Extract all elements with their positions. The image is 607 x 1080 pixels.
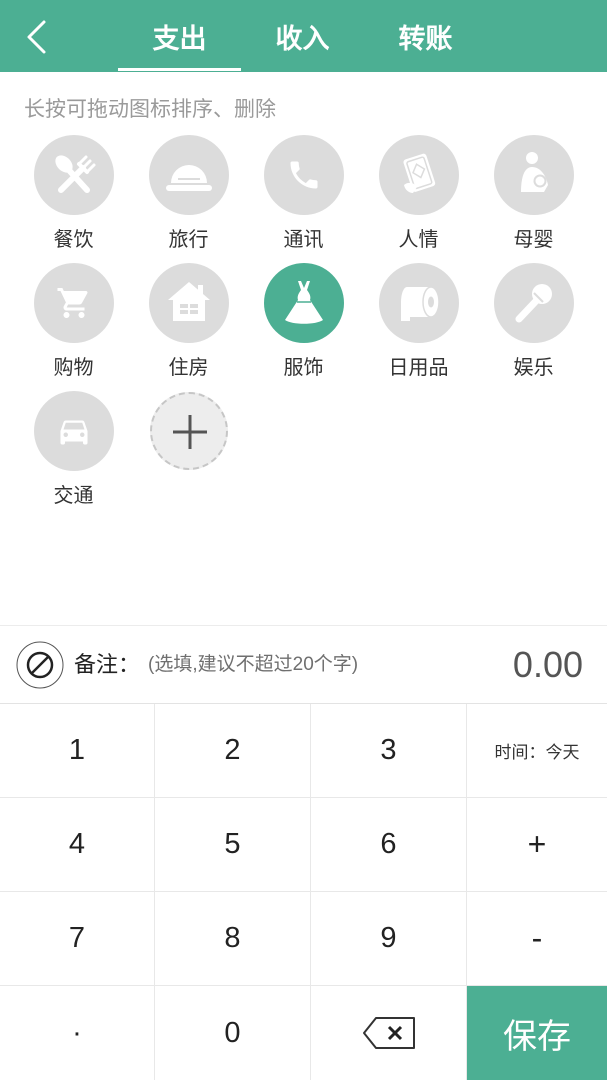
ban-icon: [16, 641, 64, 688]
date-picker-button[interactable]: 时间：今天: [467, 704, 607, 798]
category-icon-circle: [33, 391, 114, 471]
key-0[interactable]: 0: [155, 986, 311, 1080]
shopping-cart-icon: [57, 288, 87, 318]
category-icon-circle: [493, 263, 574, 343]
category-icon-circle: [33, 263, 114, 343]
category-icon-circle: [148, 263, 229, 343]
category-icon-circle: [148, 135, 229, 215]
toilet-paper-icon: [400, 286, 440, 321]
category-icon-circle: [378, 135, 459, 215]
car-icon: [60, 420, 87, 445]
key-4[interactable]: 4: [0, 798, 155, 892]
back-button[interactable]: [24, 19, 48, 55]
no-image-toggle[interactable]: [16, 641, 64, 689]
category-label: 母婴: [513, 229, 554, 251]
key-9[interactable]: 9: [311, 892, 467, 986]
add-category-circle: [149, 392, 228, 470]
category-travel[interactable]: 旅行: [131, 135, 246, 263]
remark-row: 备注： 0.00: [0, 625, 607, 703]
category-housing[interactable]: 住房: [131, 263, 246, 391]
red-envelope-icon: [402, 153, 435, 193]
category-label: 餐饮: [53, 229, 94, 251]
category-label: 交通: [53, 485, 94, 507]
category-shopping[interactable]: 购物: [16, 263, 131, 391]
chevron-left-icon: [27, 20, 46, 54]
category-mother-baby[interactable]: 母婴: [476, 135, 591, 263]
category-icon-circle: [263, 263, 344, 343]
amount-display: 0.00: [512, 644, 583, 685]
mother-baby-icon: [520, 152, 548, 192]
tent-icon: [165, 165, 212, 191]
category-icon-circle: [378, 263, 459, 343]
remark-label: 备注：: [74, 651, 141, 677]
key-minus[interactable]: -: [467, 892, 607, 986]
key-3[interactable]: 3: [311, 704, 467, 798]
utensils-icon: [54, 155, 95, 193]
plus-icon: [172, 415, 207, 449]
category-label: 旅行: [168, 229, 209, 251]
key-6[interactable]: 6: [311, 798, 467, 892]
key-1[interactable]: 1: [0, 704, 155, 798]
category-label: 日用品: [388, 357, 449, 379]
category-label: 服饰: [283, 357, 324, 379]
category-label: 住房: [168, 357, 209, 379]
key-2[interactable]: 2: [155, 704, 311, 798]
dress-icon: [284, 281, 323, 324]
category-gifts[interactable]: 人情: [361, 135, 476, 263]
tab-transfer[interactable]: 转账: [364, 0, 487, 72]
category-icon-circle: [493, 135, 574, 215]
add-category-button[interactable]: [131, 391, 246, 519]
category-icon-circle: [33, 135, 114, 215]
save-button[interactable]: 保存: [467, 986, 607, 1080]
phone-icon: [290, 161, 317, 189]
tab-income[interactable]: 收入: [241, 0, 364, 72]
remark-input[interactable]: [148, 653, 409, 676]
type-tabs: 支出 收入 转账: [118, 0, 487, 72]
key-backspace[interactable]: [311, 986, 467, 1080]
category-label: 娱乐: [513, 357, 554, 379]
key-5[interactable]: 5: [155, 798, 311, 892]
key-8[interactable]: 8: [155, 892, 311, 986]
sort-hint: 长按可拖动图标排序、删除: [24, 98, 276, 121]
category-icon-circle: [263, 135, 344, 215]
microphone-icon: [515, 284, 552, 323]
category-telecom[interactable]: 通讯: [246, 135, 361, 263]
tab-expense[interactable]: 支出: [118, 0, 241, 72]
category-daily-goods[interactable]: 日用品: [361, 263, 476, 391]
category-label: 通讯: [283, 229, 324, 251]
number-keypad: 1 2 3 时间：今天 4 5 6 + 7 8 9 - · 0 保存: [0, 703, 607, 1080]
top-bar: 支出 收入 转账: [0, 0, 607, 72]
key-7[interactable]: 7: [0, 892, 155, 986]
category-label: 购物: [53, 357, 94, 379]
category-grid: 餐饮 旅行 通讯 人情 母婴 购物 住房 服饰 日用品 娱乐 交通: [16, 135, 591, 519]
backspace-icon: [362, 1017, 415, 1049]
house-icon: [167, 282, 210, 321]
key-plus[interactable]: +: [467, 798, 607, 892]
key-dot[interactable]: ·: [0, 986, 155, 1080]
category-label: 人情: [398, 229, 439, 251]
category-clothing[interactable]: 服饰: [246, 263, 361, 391]
category-entertainment[interactable]: 娱乐: [476, 263, 591, 391]
category-transport[interactable]: 交通: [16, 391, 131, 519]
category-dining[interactable]: 餐饮: [16, 135, 131, 263]
